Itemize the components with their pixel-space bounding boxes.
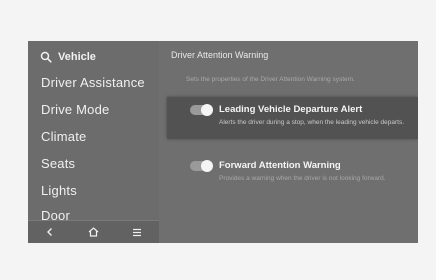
chevron-left-icon <box>46 228 52 236</box>
option-forward-attention-warning[interactable]: Forward Attention Warning Provides a war… <box>167 153 418 193</box>
option-description: Alerts the driver during a stop, when th… <box>219 119 404 126</box>
sidebar: Vehicle Driver Assistance Drive Mode Cli… <box>28 41 159 243</box>
sidebar-item-drive-mode[interactable]: Drive Mode <box>28 96 159 123</box>
toggle-knob <box>201 104 213 116</box>
home-icon <box>88 227 99 237</box>
option-leading-vehicle-departure-alert[interactable]: Leading Vehicle Departure Alert Alerts t… <box>167 97 418 139</box>
page-title: Driver Attention Warning <box>171 50 269 60</box>
home-button[interactable] <box>83 224 103 240</box>
toggle-switch[interactable] <box>190 104 213 116</box>
option-description: Provides a warning when the driver is no… <box>219 175 386 182</box>
sidebar-header[interactable]: Vehicle <box>40 49 96 65</box>
menu-list: Driver Assistance Drive Mode Climate Sea… <box>28 69 159 222</box>
sidebar-item-driver-assistance[interactable]: Driver Assistance <box>28 69 159 96</box>
infotainment-screen: Vehicle Driver Assistance Drive Mode Cli… <box>28 41 418 243</box>
option-title: Forward Attention Warning <box>219 160 341 171</box>
page-description: Sets the properties of the Driver Attent… <box>186 76 355 83</box>
back-button[interactable] <box>40 224 60 240</box>
option-title: Leading Vehicle Departure Alert <box>219 104 363 115</box>
search-icon <box>40 51 52 63</box>
hamburger-icon <box>133 228 142 236</box>
menu-button[interactable] <box>127 224 147 240</box>
settings-content: Driver Attention Warning Sets the proper… <box>159 41 418 243</box>
sidebar-item-climate[interactable]: Climate <box>28 123 159 150</box>
toggle-switch[interactable] <box>190 160 213 172</box>
bottom-nav-bar <box>28 220 159 243</box>
sidebar-title: Vehicle <box>58 51 96 63</box>
sidebar-item-seats[interactable]: Seats <box>28 150 159 177</box>
toggle-knob <box>201 160 213 172</box>
sidebar-item-lights[interactable]: Lights <box>28 177 159 204</box>
